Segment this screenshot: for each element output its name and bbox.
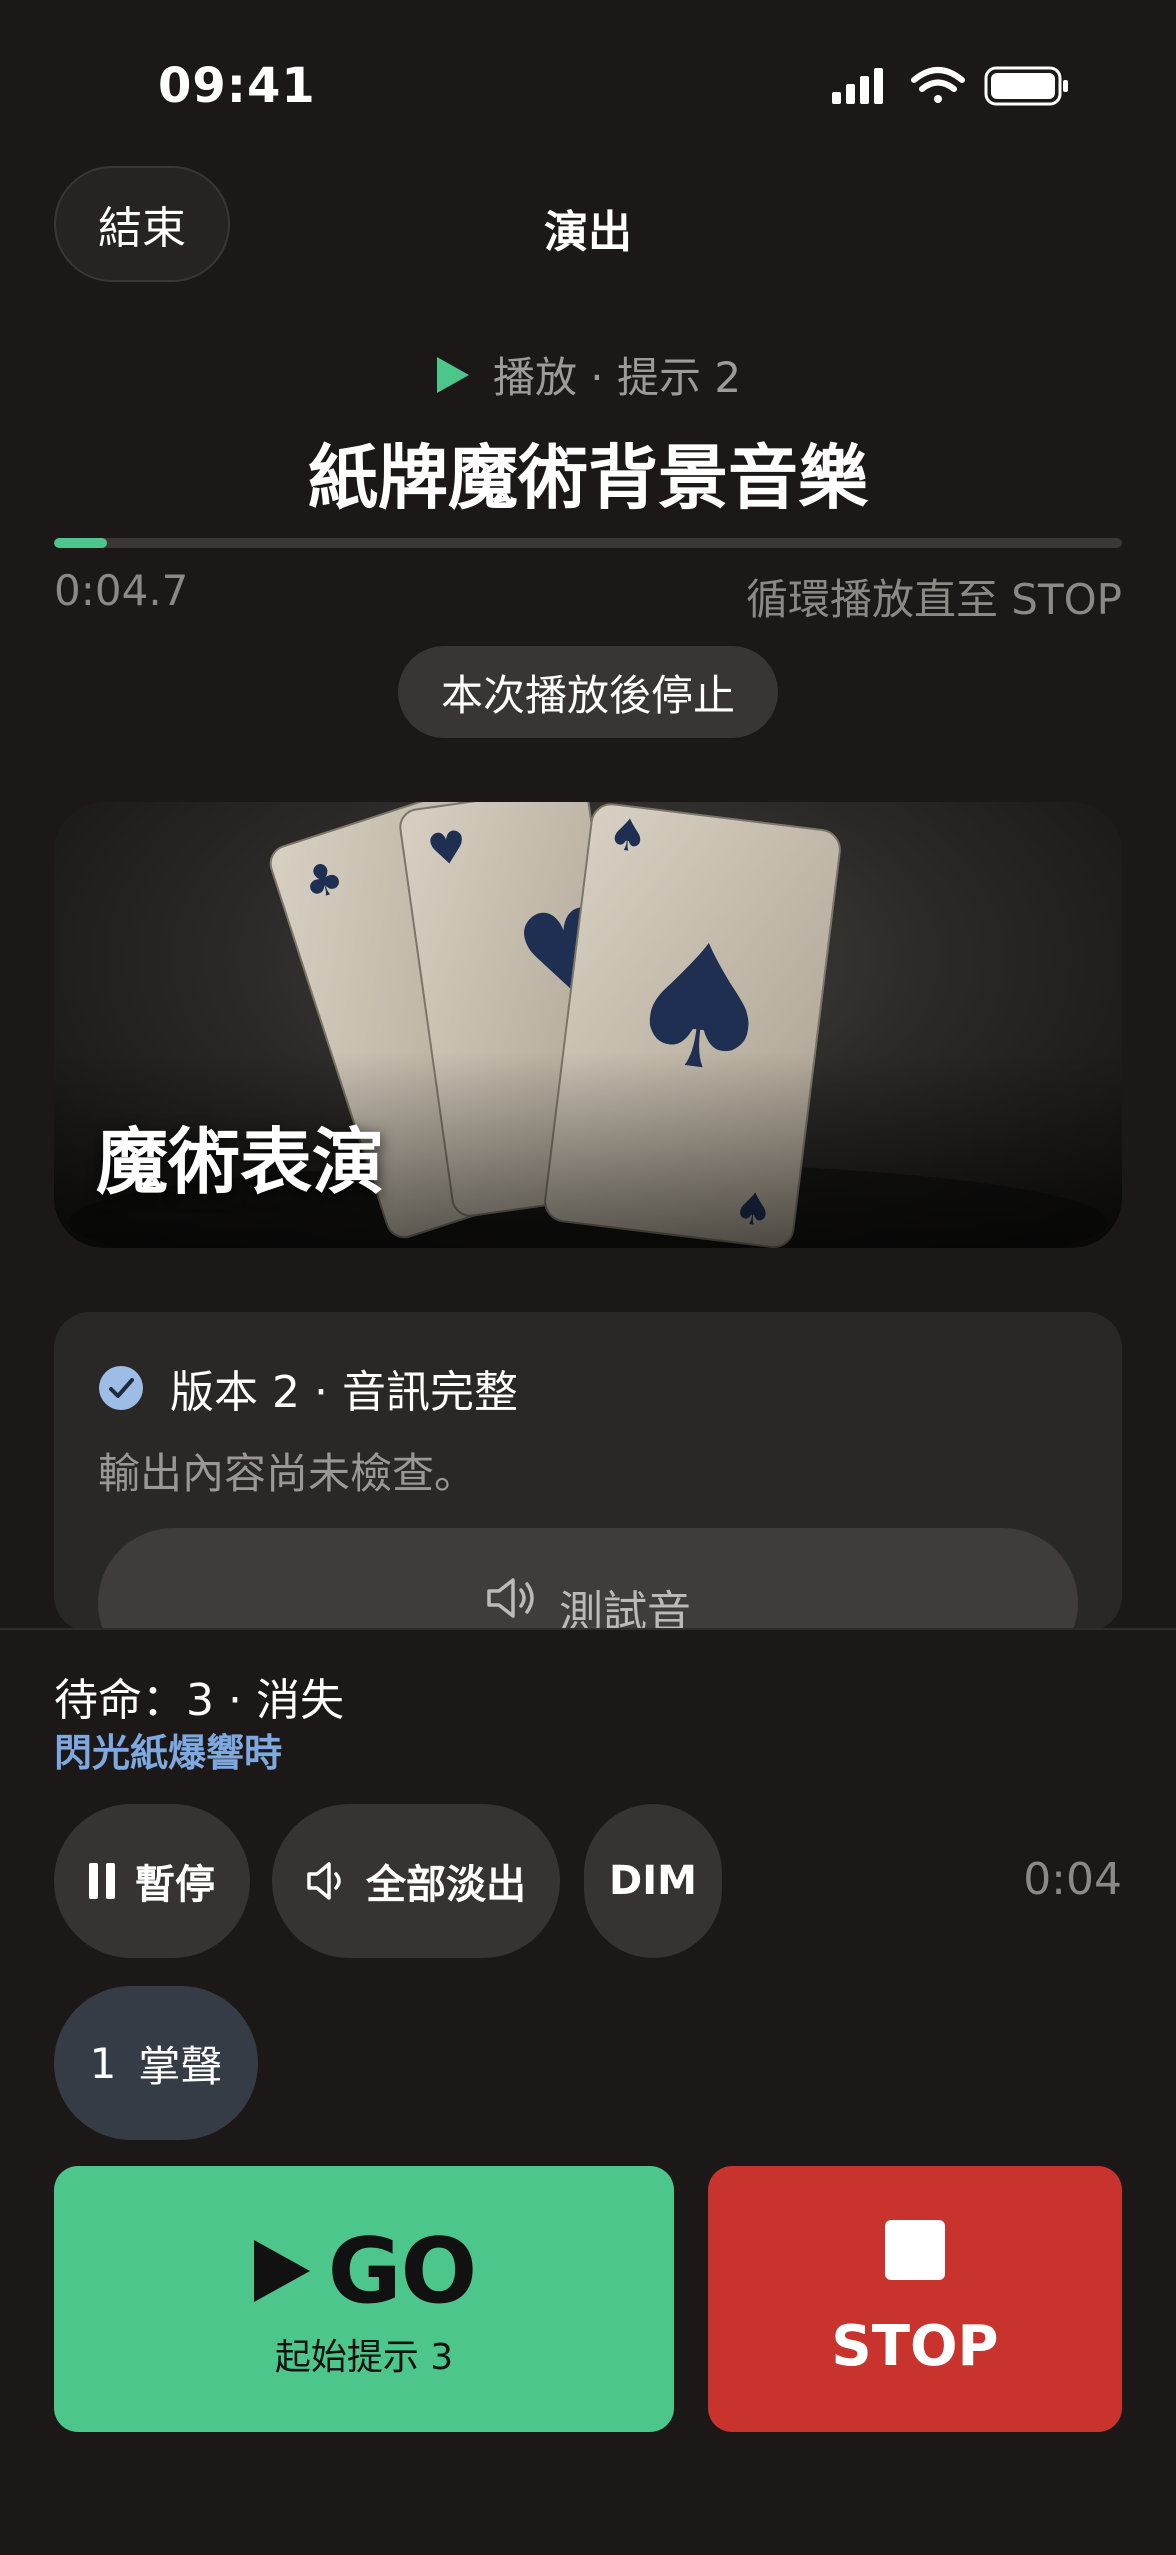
go-subtitle: 起始提示 3 xyxy=(274,2336,454,2378)
play-icon xyxy=(436,356,469,393)
pause-button[interactable]: 暫停 xyxy=(54,1804,250,1958)
output-note: 輸出內容尚未檢查。 xyxy=(98,1449,477,1498)
dim-button[interactable]: DIM xyxy=(584,1804,722,1958)
stop-label: STOP xyxy=(831,2313,999,2379)
version-row: 版本 2 · 音訊完整 xyxy=(98,1356,518,1420)
stop-button[interactable]: STOP xyxy=(708,2166,1122,2432)
artwork-title: 魔術表演 xyxy=(96,1120,385,1204)
svg-text:♠: ♠ xyxy=(605,808,650,863)
elapsed-time: 0:04.7 xyxy=(54,566,189,615)
audio-info-card: 版本 2 · 音訊完整 輸出內容尚未檢查。 測試音 xyxy=(54,1312,1122,1632)
check-circle-icon xyxy=(99,1366,143,1410)
status-icons xyxy=(832,62,1072,112)
go-label: GO xyxy=(327,2218,477,2324)
pause-icon xyxy=(89,1863,115,1899)
svg-text:♥: ♥ xyxy=(424,821,470,877)
speaker-icon xyxy=(307,1862,341,1900)
version-text: 版本 2 · 音訊完整 xyxy=(170,1367,518,1418)
now-playing-status: 播放 · 提示 2 xyxy=(0,344,1176,405)
applause-cue-button[interactable]: 1 掌聲 xyxy=(54,1986,258,2140)
loop-note: 循環播放直至 STOP xyxy=(745,575,1122,624)
fade-out-all-button[interactable]: 全部淡出 xyxy=(272,1804,560,1958)
fade-out-all-label: 全部淡出 xyxy=(366,1862,526,1908)
test-tone-label: 測試音 xyxy=(559,1587,691,1632)
elapsed-time-short: 0:04 xyxy=(1023,1854,1122,1905)
go-button[interactable]: GO 起始提示 3 xyxy=(54,2166,674,2432)
wifi-icon xyxy=(911,67,965,103)
cue-control-panel: 待命：3 · 消失 閃光紙爆響時 暫停 全部淡出 DIM 0:04 1 掌聲 G… xyxy=(0,1628,1176,2555)
now-playing-text: 播放 · 提示 2 xyxy=(492,353,742,402)
stop-after-this-play-button[interactable]: 本次播放後停止 xyxy=(398,646,778,738)
go-main: GO xyxy=(252,2218,477,2324)
battery-icon xyxy=(984,66,1068,106)
status-time: 09:41 xyxy=(158,58,316,114)
speaker-icon xyxy=(487,1578,534,1618)
track-title: 紙牌魔術背景音樂 xyxy=(308,437,868,519)
page-title: 演出 xyxy=(544,207,632,258)
progress-bar xyxy=(54,538,1122,548)
applause-number: 1 xyxy=(89,2038,117,2088)
progress-fill xyxy=(54,538,108,548)
cue-trigger: 閃光紙爆響時 xyxy=(54,1731,283,1775)
stop-icon xyxy=(885,2219,945,2280)
play-icon xyxy=(253,2240,310,2302)
applause-label: 掌聲 xyxy=(138,2041,223,2091)
cue-artwork: ♣ ♣ ♥ ♥ ♠ ♠ ♠ 魔術表演 xyxy=(54,802,1122,1248)
signal-icon xyxy=(832,68,883,104)
pause-label: 暫停 xyxy=(135,1862,215,1908)
standby-cue: 待命：3 · 消失 xyxy=(54,1675,344,1726)
test-tone-button[interactable]: 測試音 xyxy=(98,1528,1078,1632)
